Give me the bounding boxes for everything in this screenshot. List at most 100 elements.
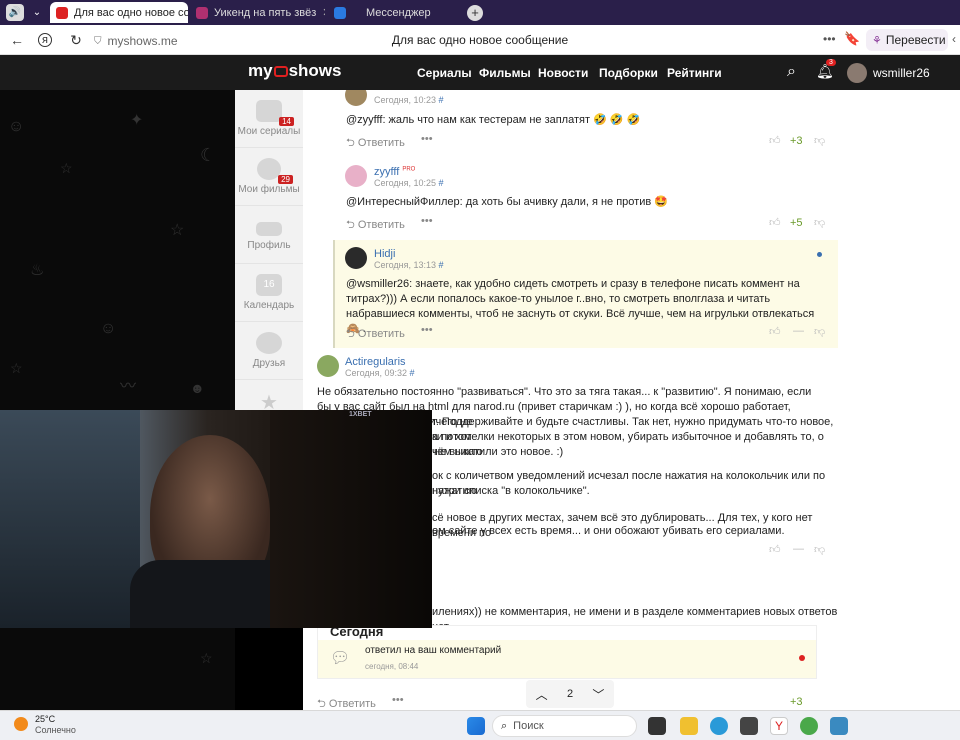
nav-news[interactable]: Новости xyxy=(538,66,588,80)
back-icon[interactable]: ← xyxy=(8,31,26,49)
thumbs-down-icon[interactable]: 👎︎ xyxy=(814,325,825,338)
reload-icon[interactable]: ↻ xyxy=(67,31,85,49)
more-button[interactable]: ••• xyxy=(421,324,433,336)
extension-icon[interactable]: ‹ xyxy=(952,32,956,46)
star-icon: ★ xyxy=(260,392,278,414)
nav-series[interactable]: Сериалы xyxy=(417,66,472,80)
calendar-icon: 16 xyxy=(256,274,282,296)
translate-button[interactable]: ⚘ Перевести xyxy=(866,29,948,51)
comment-time: Сегодня, 13:13 # xyxy=(374,260,444,270)
avatar[interactable] xyxy=(847,63,867,83)
comment-score: +5 xyxy=(790,217,803,229)
tab-active[interactable]: Для вас одно новое со ✕ xyxy=(50,2,188,23)
sidebar-item-profile[interactable]: Профиль xyxy=(235,206,303,264)
comment-time: Сегодня, 10:25 # xyxy=(374,178,444,188)
comment-author[interactable]: zyyfff PRO xyxy=(374,166,415,178)
chevron-down-icon[interactable]: ⌄ xyxy=(28,4,46,21)
sidebar-item-calendar[interactable]: 16 Календарь xyxy=(235,264,303,322)
avatar[interactable] xyxy=(345,247,367,269)
folder-icon[interactable] xyxy=(680,717,698,735)
tab-weekend[interactable]: Уикенд на пять звёз ✕ xyxy=(190,2,325,23)
avatar[interactable] xyxy=(345,90,367,106)
video-watermark: 1XBET xyxy=(349,411,372,418)
thumbs-up-icon[interactable]: 👍︎ xyxy=(769,134,781,147)
new-tab-button[interactable]: + xyxy=(467,5,483,21)
thumbs-up-icon[interactable]: 👍︎ xyxy=(769,216,781,229)
chevron-up-icon[interactable]: ︿ xyxy=(536,686,548,703)
comment-author[interactable]: Actiregularis xyxy=(345,356,406,368)
unread-dot xyxy=(799,655,805,661)
comment-score: +3 xyxy=(790,135,803,147)
tv-logo-icon xyxy=(273,65,288,77)
weather-text[interactable]: Солнечно xyxy=(35,725,76,735)
comment-score: +3 xyxy=(790,696,803,708)
more-button[interactable]: ••• xyxy=(421,133,433,145)
tab-title: Для вас одно новое со xyxy=(74,6,188,19)
avatar[interactable] xyxy=(345,165,367,187)
pagination: ︿ 2 ﹀ xyxy=(526,680,614,708)
search-icon: ⌕ xyxy=(501,719,508,732)
more-button[interactable]: ••• xyxy=(421,215,433,227)
nav-collections[interactable]: Подборки xyxy=(599,66,658,80)
star-icon: ☆ xyxy=(200,650,213,666)
sidebar-item-label: Друзья xyxy=(252,358,286,369)
weather-temp[interactable]: 25°C xyxy=(35,714,55,724)
translate-icon: ⚘ xyxy=(872,34,882,47)
more-button[interactable]: ••• xyxy=(392,694,404,706)
sidebar-item-friends[interactable]: Друзья xyxy=(235,322,303,380)
store-icon[interactable] xyxy=(740,717,758,735)
thumbs-up-icon[interactable]: 👍︎ xyxy=(769,325,781,338)
notification-item[interactable]: 💬︎ ответил на ваш комментарий сегодня, 0… xyxy=(318,640,816,678)
close-icon[interactable]: ✕ xyxy=(322,6,325,19)
reply-button[interactable]: ⮌ Ответить xyxy=(346,325,405,344)
reply-button[interactable]: ⮌ Ответить xyxy=(346,134,405,153)
nav-ratings[interactable]: Рейтинги xyxy=(667,66,722,80)
page-title: Для вас одно новое сообщение xyxy=(391,33,569,47)
tab-messenger[interactable]: Мессенджер xyxy=(328,2,458,23)
thumbs-down-icon[interactable]: 👎︎ xyxy=(814,216,825,229)
bookmark-icon[interactable]: 🔖 xyxy=(844,31,860,47)
url-field[interactable]: ⛉ myshows.me xyxy=(94,33,182,49)
comment-text: @ИнтересныйФиллер: да хоть бы ачивку дал… xyxy=(346,196,668,208)
nav-films[interactable]: Фильмы xyxy=(479,66,531,80)
comment-author[interactable]: Hidji xyxy=(374,248,395,260)
yandex-icon[interactable]: я xyxy=(38,33,52,47)
sun-icon xyxy=(14,717,28,731)
comments-icon: 💬︎ xyxy=(330,650,351,667)
windows-start-icon[interactable] xyxy=(467,717,485,735)
url-text: myshows.me xyxy=(107,34,178,48)
reply-button[interactable]: ⮌ Ответить xyxy=(317,695,376,710)
search-placeholder: Поиск xyxy=(513,720,544,732)
task-view-icon[interactable] xyxy=(648,717,666,735)
taskbar-search[interactable]: ⌕ Поиск xyxy=(492,715,637,737)
more-icon[interactable]: ••• xyxy=(823,32,836,46)
video-player[interactable]: 1XBET xyxy=(0,410,432,628)
thumbs-up-icon[interactable]: 👍︎ xyxy=(769,543,781,556)
maps-icon[interactable] xyxy=(800,717,818,735)
page-background-right xyxy=(838,90,960,710)
thumbs-down-icon[interactable]: 👎︎ xyxy=(814,134,825,147)
translate-label: Перевести xyxy=(885,33,946,47)
sidebar-item-my-series[interactable]: 14 Мои сериалы xyxy=(235,90,303,148)
notification-time: сегодня, 08:44 xyxy=(365,662,419,671)
friends-icon xyxy=(256,332,282,354)
site-header: my shows Сериалы Фильмы Новости Подборки… xyxy=(0,55,960,90)
speaker-icon[interactable]: 🔊 xyxy=(6,4,24,21)
yandex-browser-icon[interactable]: Y xyxy=(770,717,788,735)
reply-button[interactable]: ⮌ Ответить xyxy=(346,216,405,235)
avatar[interactable] xyxy=(317,355,339,377)
username[interactable]: wsmiller26 xyxy=(873,66,930,80)
site-logo[interactable]: my shows xyxy=(248,61,341,81)
notification-badge: 3 xyxy=(826,59,836,66)
comment-text: нутри списка "в колокольчике". xyxy=(432,485,590,497)
sidebar-item-my-films[interactable]: 29 Мои фильмы xyxy=(235,148,303,206)
notification-panel: Сегодня 💬︎ ответил на ваш комментарий се… xyxy=(317,624,817,679)
site-favicon-icon xyxy=(196,6,208,19)
chevron-down-icon[interactable]: ﹀ xyxy=(592,686,604,703)
thumbs-down-icon[interactable]: 👎︎ xyxy=(814,543,825,556)
comment-text: ом сайте у всех есть время... и они обож… xyxy=(432,525,785,537)
edge-icon[interactable] xyxy=(710,717,728,735)
glasses-icon xyxy=(256,222,282,236)
search-icon[interactable]: ⌕ xyxy=(787,63,796,81)
photos-icon[interactable] xyxy=(830,717,848,735)
